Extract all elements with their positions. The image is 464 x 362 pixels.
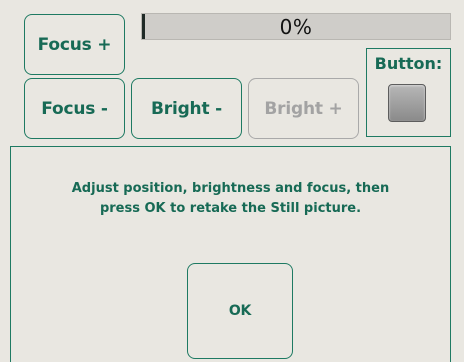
bright-plus-label: Bright + bbox=[264, 98, 343, 119]
instruction-line-2: press OK to retake the Still picture. bbox=[99, 201, 362, 216]
instruction-line-1: Adjust position, brightness and focus, t… bbox=[71, 181, 390, 196]
bright-minus-button[interactable]: Bright - bbox=[131, 78, 242, 139]
button-indicator-led bbox=[388, 84, 426, 122]
focus-minus-button[interactable]: Focus - bbox=[24, 78, 125, 139]
focus-plus-button[interactable]: Focus + bbox=[24, 14, 125, 75]
screen: Focus + 0% Focus - Bright - Bright + But… bbox=[0, 0, 464, 362]
ok-button[interactable]: OK bbox=[187, 263, 293, 359]
bright-minus-label: Bright - bbox=[151, 98, 222, 119]
button-indicator-panel: Button: bbox=[366, 48, 451, 137]
progress-bar: 0% bbox=[141, 13, 451, 40]
focus-plus-label: Focus + bbox=[37, 34, 112, 55]
ok-label: OK bbox=[228, 303, 252, 319]
instruction-message: Adjust position, brightness and focus, t… bbox=[21, 179, 440, 219]
bright-plus-button[interactable]: Bright + bbox=[248, 78, 359, 139]
button-indicator-label: Button: bbox=[374, 54, 443, 73]
progress-label: 0% bbox=[279, 14, 313, 39]
message-panel: Adjust position, brightness and focus, t… bbox=[10, 146, 451, 362]
focus-minus-label: Focus - bbox=[41, 98, 108, 119]
